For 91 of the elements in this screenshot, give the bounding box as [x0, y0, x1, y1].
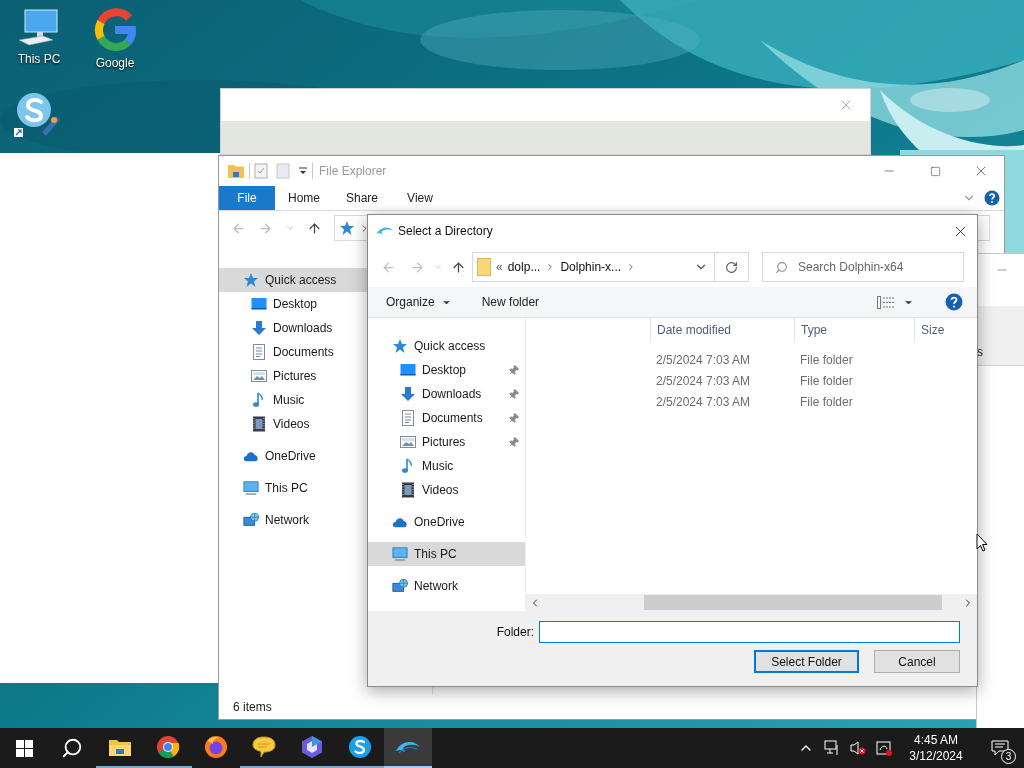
skype-icon	[348, 735, 372, 759]
app-tray-icon[interactable]	[876, 740, 892, 756]
nav-item[interactable]: Music	[368, 454, 525, 478]
ribbon-tab[interactable]: Home	[275, 186, 333, 210]
nav-item[interactable]: Documents	[368, 406, 525, 430]
folder-label: Folder:	[496, 624, 534, 641]
network-icon[interactable]	[824, 740, 840, 756]
ribbon-tab[interactable]: File	[219, 186, 275, 210]
up-icon[interactable]	[307, 220, 322, 236]
google-g-icon	[93, 8, 137, 52]
folder-icon	[477, 258, 491, 276]
search-placeholder: Search Dolphin-x64	[798, 259, 904, 276]
search-icon	[775, 260, 788, 274]
address-field[interactable]: « dolp... Dolphin-x...	[472, 252, 715, 282]
download-arrow-icon	[400, 386, 416, 402]
document-icon	[251, 344, 267, 360]
nav-item[interactable]: Pictures	[368, 430, 525, 454]
desktop-icon-label[interactable]: Google	[95, 54, 135, 72]
desktop-icon	[400, 362, 416, 378]
taskbar-button[interactable]	[384, 728, 432, 768]
table-cell-text: 2/5/2024 7:03 AM	[655, 372, 752, 390]
table-cell-text: File folder	[799, 351, 854, 369]
up-icon[interactable]	[451, 259, 466, 275]
volume-muted-icon[interactable]	[850, 740, 866, 756]
help-icon[interactable]	[945, 293, 963, 311]
nav-item[interactable]: Desktop	[368, 358, 525, 382]
table-cell-text: 2/5/2024 7:03 AM	[655, 351, 752, 369]
cloud-icon	[243, 450, 259, 462]
nav-item[interactable]: Quick access	[368, 334, 525, 358]
network-icon	[243, 512, 259, 528]
help-icon[interactable]	[984, 190, 1000, 206]
dialog-title: Select a Directory	[398, 223, 493, 240]
status-text: 6 items	[233, 699, 272, 716]
download-arrow-icon	[251, 320, 267, 336]
nav-item[interactable]: OneDrive	[368, 510, 525, 534]
table-cell-text: File folder	[799, 393, 854, 411]
computer-icon	[17, 8, 61, 48]
dialog-button[interactable]: Cancel	[874, 650, 960, 673]
refresh-icon[interactable]	[725, 260, 738, 274]
nav-item[interactable]: Downloads	[368, 382, 525, 406]
view-options-icon[interactable]	[877, 295, 895, 309]
clock-date[interactable]: 3/12/2024	[909, 748, 963, 764]
dropdown-icon[interactable]	[298, 166, 308, 176]
picture-frame-icon	[400, 434, 416, 450]
film-strip-icon	[400, 482, 416, 498]
breadcrumb-item[interactable]: Dolphin-x...	[560, 258, 622, 276]
star-icon	[339, 220, 355, 236]
partial-text: s	[977, 344, 983, 361]
search-icon[interactable]	[61, 737, 83, 759]
folder-icon	[108, 737, 132, 757]
scrollbar-thumb[interactable]	[644, 595, 942, 610]
nav-item[interactable]: Network	[368, 574, 525, 598]
search-field[interactable]: Search Dolphin-x64	[762, 252, 964, 282]
star-icon	[243, 272, 259, 288]
notification-badge: 3	[1001, 749, 1016, 764]
monitor-icon	[243, 480, 259, 496]
monitor-icon	[392, 546, 408, 562]
hexagon-icon	[300, 735, 324, 759]
cloud-icon	[392, 516, 408, 528]
network-icon	[392, 578, 408, 594]
nav-item[interactable]: Videos	[368, 478, 525, 502]
folder-field[interactable]	[539, 621, 960, 643]
column-header[interactable]: Type	[794, 318, 914, 342]
dolphin-icon	[376, 225, 394, 237]
document-icon	[400, 410, 416, 426]
breadcrumb-item[interactable]: dolp...	[507, 258, 541, 276]
maximize-icon[interactable]	[929, 165, 941, 177]
chrome-icon	[156, 735, 180, 759]
desktop-icon-label[interactable]: This PC	[17, 50, 61, 68]
organize-button[interactable]: Organize	[386, 293, 452, 311]
desktop-icon	[251, 296, 267, 312]
speech-bubble-icon	[252, 735, 276, 759]
window-title: File Explorer	[319, 163, 387, 180]
overflow-mark[interactable]: «	[496, 258, 503, 276]
dialog-button[interactable]: Select Folder	[754, 650, 859, 673]
table-cell-text: File folder	[799, 372, 854, 390]
folder-icon[interactable]	[227, 163, 245, 179]
windows-start-icon[interactable]	[15, 739, 33, 757]
star-icon	[392, 338, 408, 354]
ribbon-tab[interactable]: Share	[333, 186, 391, 210]
ribbon-tab[interactable]: View	[391, 186, 449, 210]
table-cell-text: 2/5/2024 7:03 AM	[655, 393, 752, 411]
clock-time[interactable]: 4:45 AM	[914, 732, 958, 748]
firefox-icon	[204, 735, 228, 759]
column-header[interactable]: Date modified	[650, 318, 794, 342]
nav-item[interactable]: This PC	[368, 542, 525, 566]
picture-frame-icon	[251, 368, 267, 384]
column-header[interactable]: Size	[914, 318, 977, 342]
new-folder-button[interactable]: New folder	[481, 293, 540, 311]
film-strip-icon	[251, 416, 267, 432]
dolphin-icon	[395, 739, 421, 755]
